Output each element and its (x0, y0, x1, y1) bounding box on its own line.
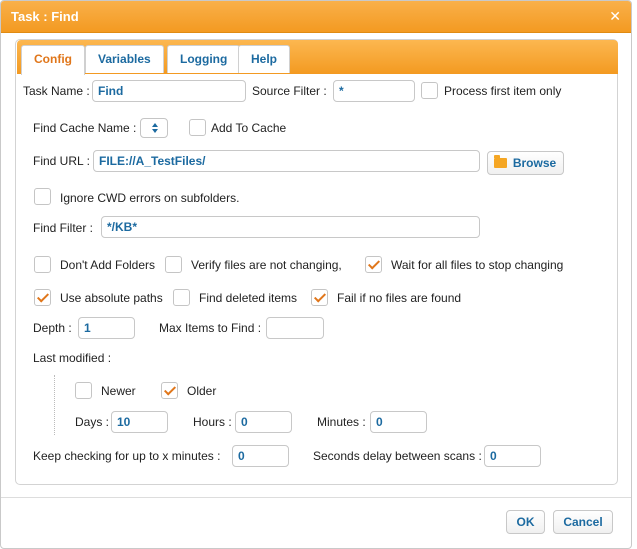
minutes-label: Minutes : (317, 415, 366, 429)
find-url-input[interactable]: FILE://A_TestFiles/ (93, 150, 480, 172)
depth-input[interactable]: 1 (78, 317, 135, 339)
chevron-down-icon (152, 129, 158, 133)
last-modified-label: Last modified : (33, 351, 112, 365)
tab-bar: Config Variables Logging Help (17, 40, 618, 75)
max-items-label: Max Items to Find : (159, 321, 262, 335)
browse-button[interactable]: Browse (487, 151, 564, 175)
task-name-input[interactable]: Find (92, 80, 246, 102)
seconds-delay-label: Seconds delay between scans : (313, 449, 482, 463)
find-cache-select[interactable] (140, 118, 168, 138)
source-filter-label: Source Filter : (252, 84, 327, 98)
cancel-button[interactable]: Cancel (553, 510, 613, 534)
fail-if-none-label: Fail if no files are found (337, 291, 462, 305)
newer-label: Newer (101, 384, 136, 398)
find-filter-label: Find Filter : (33, 221, 94, 235)
verify-files-label: Verify files are not changing, (191, 258, 342, 272)
find-url-label: Find URL : (33, 154, 90, 168)
process-first-label: Process first item only (444, 84, 562, 98)
dialog-title: Task : Find (11, 9, 79, 24)
hours-label: Hours : (193, 415, 232, 429)
browse-button-label: Browse (512, 156, 557, 170)
find-cache-label: Find Cache Name : (33, 121, 137, 135)
add-to-cache-label: Add To Cache (211, 121, 287, 135)
tab-config[interactable]: Config (21, 45, 85, 75)
footer-divider (1, 497, 631, 498)
folder-icon (494, 155, 507, 168)
absolute-paths-checkbox[interactable] (34, 289, 51, 306)
tab-logging[interactable]: Logging (167, 45, 241, 73)
dialog-titlebar[interactable]: Task : Find ✕ (1, 1, 631, 33)
depth-label: Depth : (33, 321, 72, 335)
wait-all-label: Wait for all files to stop changing (391, 258, 564, 272)
find-task-dialog: Task : Find ✕ Config Variables Logging H… (0, 0, 632, 549)
hours-input[interactable]: 0 (235, 411, 292, 433)
wait-all-checkbox[interactable] (365, 256, 382, 273)
older-checkbox[interactable] (161, 382, 178, 399)
add-to-cache-checkbox[interactable] (189, 119, 206, 136)
task-name-label: Task Name : (23, 84, 90, 98)
absolute-paths-label: Use absolute paths (60, 291, 163, 305)
find-deleted-label: Find deleted items (199, 291, 298, 305)
find-filter-input[interactable]: */KB* (101, 216, 480, 238)
dont-add-folders-label: Don't Add Folders (60, 258, 156, 272)
keep-checking-input[interactable]: 0 (232, 445, 289, 467)
dont-add-folders-checkbox[interactable] (34, 256, 51, 273)
keep-checking-label: Keep checking for up to x minutes : (33, 449, 221, 463)
tab-variables[interactable]: Variables (85, 45, 164, 73)
verify-files-checkbox[interactable] (165, 256, 182, 273)
source-filter-input[interactable]: * (333, 80, 415, 102)
older-label: Older (187, 384, 217, 398)
tab-help[interactable]: Help (238, 45, 291, 73)
days-label: Days : (75, 415, 110, 429)
fail-if-none-checkbox[interactable] (311, 289, 328, 306)
ignore-cwd-checkbox[interactable] (34, 188, 51, 205)
ok-button[interactable]: OK (506, 510, 545, 534)
minutes-input[interactable]: 0 (370, 411, 427, 433)
chevron-up-icon (152, 123, 158, 127)
process-first-checkbox[interactable] (421, 82, 438, 99)
seconds-delay-input[interactable]: 0 (484, 445, 541, 467)
max-items-input[interactable] (266, 317, 324, 339)
days-input[interactable]: 10 (111, 411, 168, 433)
close-icon[interactable]: ✕ (609, 8, 621, 25)
last-modified-group-line (54, 375, 55, 435)
newer-checkbox[interactable] (75, 382, 92, 399)
find-deleted-checkbox[interactable] (173, 289, 190, 306)
ignore-cwd-label: Ignore CWD errors on subfolders. (60, 191, 240, 205)
